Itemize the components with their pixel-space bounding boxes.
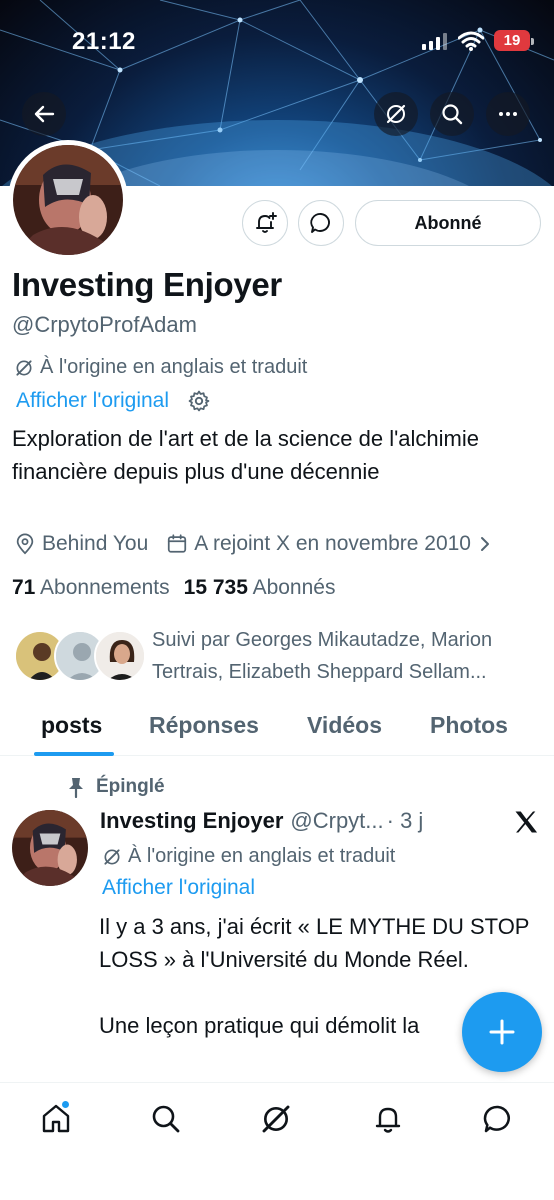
tab-posts[interactable]: posts bbox=[41, 712, 102, 739]
back-arrow-icon bbox=[34, 105, 55, 123]
post-translation-note: À l'origine en anglais et traduit bbox=[102, 845, 395, 868]
grok-icon bbox=[16, 359, 32, 376]
pin-icon bbox=[69, 778, 83, 798]
post-author-avatar[interactable] bbox=[12, 810, 88, 886]
nav-messages[interactable] bbox=[478, 1099, 518, 1139]
status-bar: 21:12 19 bbox=[0, 0, 554, 80]
plus-icon bbox=[489, 1019, 515, 1045]
battery-indicator: 19 bbox=[494, 30, 534, 51]
profile-meta: Behind You A rejoint X en novembre 2010 bbox=[14, 532, 493, 556]
grok-icon bbox=[104, 848, 120, 865]
bell-plus-icon bbox=[256, 212, 277, 233]
search-icon bbox=[152, 1105, 180, 1133]
pinned-label: Épinglé bbox=[66, 776, 165, 798]
more-icon bbox=[499, 112, 517, 116]
tab-videos[interactable]: Vidéos bbox=[307, 712, 382, 739]
chevron-right-icon bbox=[480, 537, 489, 551]
nav-search[interactable] bbox=[146, 1099, 186, 1139]
profile-bio: Exploration de l'art et de la science de… bbox=[12, 426, 479, 484]
x-logo-icon bbox=[515, 811, 538, 833]
avatar-image bbox=[12, 810, 88, 886]
grok-icon bbox=[386, 104, 406, 124]
grok-button[interactable] bbox=[374, 92, 418, 136]
status-time: 21:12 bbox=[72, 28, 136, 55]
location-icon bbox=[16, 533, 34, 555]
followed-by[interactable]: Suivi par Georges Mikautadze, Marion Ter… bbox=[12, 624, 542, 692]
nav-notifications[interactable] bbox=[368, 1099, 408, 1139]
profile-avatar[interactable] bbox=[8, 140, 128, 260]
calendar-icon bbox=[168, 534, 187, 553]
avatar-image bbox=[13, 145, 123, 255]
post-author-name[interactable]: Investing Enjoyer bbox=[100, 808, 283, 834]
profile-tabs: posts Réponses Vidéos Photos bbox=[0, 702, 554, 756]
message-button[interactable] bbox=[298, 200, 344, 246]
search-button[interactable] bbox=[430, 92, 474, 136]
search-icon bbox=[442, 104, 463, 125]
post-paragraph: Il y a 3 ans, j'ai écrit « LE MYTHE DU S… bbox=[99, 914, 530, 972]
follower-avatar bbox=[94, 630, 146, 682]
show-original-link[interactable]: Afficher l'original bbox=[16, 389, 169, 413]
post-show-original-link[interactable]: Afficher l'original bbox=[102, 876, 255, 900]
wifi-icon bbox=[458, 31, 484, 51]
nav-grok[interactable] bbox=[256, 1099, 296, 1139]
profile-joined: A rejoint X en novembre 2010 bbox=[194, 532, 471, 555]
translation-note-text: À l'origine en anglais et traduit bbox=[40, 356, 308, 378]
tab-replies[interactable]: Réponses bbox=[149, 712, 259, 739]
translation-note: À l'origine en anglais et traduit bbox=[14, 356, 307, 379]
profile-name: Investing Enjoyer bbox=[12, 266, 282, 303]
nav-home[interactable] bbox=[36, 1099, 76, 1139]
notification-dot bbox=[61, 1100, 70, 1109]
post-author-handle: @Crpyt... bbox=[290, 808, 384, 833]
back-button[interactable] bbox=[22, 92, 66, 136]
followed-by-text: Suivi par Georges Mikautadze, Marion Ter… bbox=[152, 629, 493, 683]
followers-link[interactable]: 15 735 Abonnés bbox=[184, 576, 336, 600]
active-tab-indicator bbox=[34, 752, 114, 756]
profile-location: Behind You bbox=[42, 532, 149, 555]
bottom-nav bbox=[0, 1082, 554, 1200]
pinned-text: Épinglé bbox=[96, 776, 165, 797]
grok-icon bbox=[262, 1105, 290, 1133]
tab-photos[interactable]: Photos bbox=[430, 712, 508, 739]
gear-icon[interactable] bbox=[187, 389, 211, 413]
message-icon bbox=[483, 1105, 510, 1133]
message-icon bbox=[310, 213, 330, 233]
more-button[interactable] bbox=[486, 92, 530, 136]
notify-button[interactable] bbox=[242, 200, 288, 246]
signal-icon bbox=[422, 32, 447, 50]
following-button[interactable]: Abonné bbox=[355, 200, 541, 246]
following-link[interactable]: 71 Abonnements bbox=[12, 576, 170, 600]
post-translation-text: À l'origine en anglais et traduit bbox=[128, 845, 396, 867]
compose-button[interactable] bbox=[462, 992, 542, 1072]
profile-handle: @CrpytoProfAdam bbox=[12, 312, 197, 337]
follow-stats: 71 Abonnements 15 735 Abonnés bbox=[12, 576, 335, 600]
post-header: Investing Enjoyer @Crpyt... · 3 j bbox=[100, 808, 423, 834]
bell-icon bbox=[375, 1107, 401, 1133]
joined-date-item[interactable]: A rejoint X en novembre 2010 bbox=[166, 532, 493, 556]
post-time: · 3 j bbox=[386, 808, 424, 833]
